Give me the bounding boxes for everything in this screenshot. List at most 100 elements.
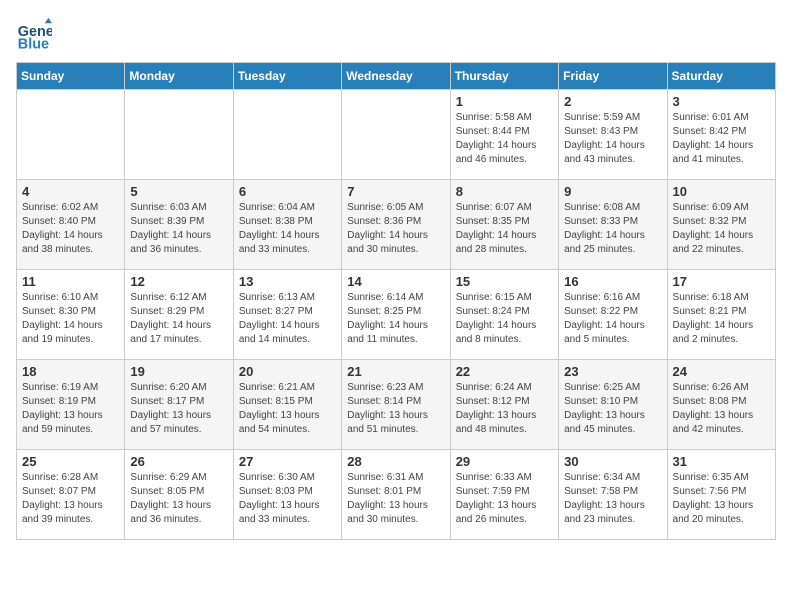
- day-number: 12: [130, 274, 227, 289]
- calendar-cell: 26 Sunrise: 6:29 AM Sunset: 8:05 PM Dayli…: [125, 450, 233, 540]
- day-info: Sunrise: 6:34 AM Sunset: 7:58 PM Dayligh…: [564, 471, 661, 527]
- day-number: 22: [456, 364, 553, 379]
- day-info: Sunrise: 6:28 AM Sunset: 8:07 PM Dayligh…: [22, 471, 119, 527]
- calendar-cell: [125, 90, 233, 180]
- day-number: 21: [347, 364, 444, 379]
- day-number: 2: [564, 94, 661, 109]
- calendar-cell: 18 Sunrise: 6:19 AM Sunset: 8:19 PM Dayli…: [17, 360, 125, 450]
- day-info: Sunrise: 6:04 AM Sunset: 8:38 PM Dayligh…: [239, 201, 336, 257]
- day-info: Sunrise: 6:12 AM Sunset: 8:29 PM Dayligh…: [130, 291, 227, 347]
- day-info: Sunrise: 6:13 AM Sunset: 8:27 PM Dayligh…: [239, 291, 336, 347]
- day-number: 24: [673, 364, 770, 379]
- calendar-cell: 31 Sunrise: 6:35 AM Sunset: 7:56 PM Dayli…: [667, 450, 775, 540]
- day-number: 5: [130, 184, 227, 199]
- day-number: 30: [564, 454, 661, 469]
- day-info: Sunrise: 6:23 AM Sunset: 8:14 PM Dayligh…: [347, 381, 444, 437]
- calendar-cell: 28 Sunrise: 6:31 AM Sunset: 8:01 PM Dayli…: [342, 450, 450, 540]
- day-number: 9: [564, 184, 661, 199]
- day-number: 11: [22, 274, 119, 289]
- calendar-cell: 7Sunrise: 6:05 AM Sunset: 8:36 PM Daylig…: [342, 180, 450, 270]
- day-info: Sunrise: 6:10 AM Sunset: 8:30 PM Dayligh…: [22, 291, 119, 347]
- day-info: Sunrise: 6:20 AM Sunset: 8:17 PM Dayligh…: [130, 381, 227, 437]
- col-header-sunday: Sunday: [17, 63, 125, 90]
- calendar-cell: 4 Sunrise: 6:02 AM Sunset: 8:40 PM Daylig…: [17, 180, 125, 270]
- calendar-cell: 21 Sunrise: 6:23 AM Sunset: 8:14 PM Dayli…: [342, 360, 450, 450]
- svg-text:Blue: Blue: [18, 36, 49, 52]
- week-row-4: 18 Sunrise: 6:19 AM Sunset: 8:19 PM Dayli…: [17, 360, 776, 450]
- calendar-cell: 10 Sunrise: 6:09 AM Sunset: 8:32 PM Dayli…: [667, 180, 775, 270]
- day-info: Sunrise: 6:07 AM Sunset: 8:35 PM Dayligh…: [456, 201, 553, 257]
- day-info: Sunrise: 6:30 AM Sunset: 8:03 PM Dayligh…: [239, 471, 336, 527]
- calendar-cell: 9 Sunrise: 6:08 AM Sunset: 8:33 PM Daylig…: [559, 180, 667, 270]
- day-info: Sunrise: 5:59 AM Sunset: 8:43 PM Dayligh…: [564, 111, 661, 167]
- calendar-cell: 11 Sunrise: 6:10 AM Sunset: 8:30 PM Dayli…: [17, 270, 125, 360]
- day-number: 29: [456, 454, 553, 469]
- week-row-1: 1 Sunrise: 5:58 AM Sunset: 8:44 PM Daylig…: [17, 90, 776, 180]
- week-row-3: 11 Sunrise: 6:10 AM Sunset: 8:30 PM Dayli…: [17, 270, 776, 360]
- calendar-cell: 29 Sunrise: 6:33 AM Sunset: 7:59 PM Dayli…: [450, 450, 558, 540]
- calendar-cell: 23 Sunrise: 6:25 AM Sunset: 8:10 PM Dayli…: [559, 360, 667, 450]
- day-number: 25: [22, 454, 119, 469]
- col-header-wednesday: Wednesday: [342, 63, 450, 90]
- calendar-cell: 5 Sunrise: 6:03 AM Sunset: 8:39 PM Daylig…: [125, 180, 233, 270]
- day-info: Sunrise: 6:33 AM Sunset: 7:59 PM Dayligh…: [456, 471, 553, 527]
- calendar-cell: [342, 90, 450, 180]
- calendar-cell: 2 Sunrise: 5:59 AM Sunset: 8:43 PM Daylig…: [559, 90, 667, 180]
- day-info: Sunrise: 6:09 AM Sunset: 8:32 PM Dayligh…: [673, 201, 770, 257]
- day-info: Sunrise: 6:03 AM Sunset: 8:39 PM Dayligh…: [130, 201, 227, 257]
- calendar-cell: 16 Sunrise: 6:16 AM Sunset: 8:22 PM Dayli…: [559, 270, 667, 360]
- day-info: Sunrise: 6:08 AM Sunset: 8:33 PM Dayligh…: [564, 201, 661, 257]
- day-info: Sunrise: 6:16 AM Sunset: 8:22 PM Dayligh…: [564, 291, 661, 347]
- day-info: Sunrise: 6:21 AM Sunset: 8:15 PM Dayligh…: [239, 381, 336, 437]
- calendar-cell: 24 Sunrise: 6:26 AM Sunset: 8:08 PM Dayli…: [667, 360, 775, 450]
- col-header-thursday: Thursday: [450, 63, 558, 90]
- day-info: Sunrise: 6:26 AM Sunset: 8:08 PM Dayligh…: [673, 381, 770, 437]
- calendar-cell: 6Sunrise: 6:04 AM Sunset: 8:38 PM Daylig…: [233, 180, 341, 270]
- day-info: Sunrise: 6:24 AM Sunset: 8:12 PM Dayligh…: [456, 381, 553, 437]
- day-number: 4: [22, 184, 119, 199]
- calendar-cell: 13 Sunrise: 6:13 AM Sunset: 8:27 PM Dayli…: [233, 270, 341, 360]
- day-info: Sunrise: 6:01 AM Sunset: 8:42 PM Dayligh…: [673, 111, 770, 167]
- day-info: Sunrise: 6:29 AM Sunset: 8:05 PM Dayligh…: [130, 471, 227, 527]
- calendar-cell: 15 Sunrise: 6:15 AM Sunset: 8:24 PM Dayli…: [450, 270, 558, 360]
- calendar-cell: 20Sunrise: 6:21 AM Sunset: 8:15 PM Dayli…: [233, 360, 341, 450]
- day-info: Sunrise: 6:15 AM Sunset: 8:24 PM Dayligh…: [456, 291, 553, 347]
- col-header-friday: Friday: [559, 63, 667, 90]
- day-number: 1: [456, 94, 553, 109]
- page-header: General Blue: [16, 16, 776, 52]
- day-number: 28: [347, 454, 444, 469]
- logo-icon: General Blue: [16, 16, 52, 52]
- calendar-cell: 12 Sunrise: 6:12 AM Sunset: 8:29 PM Dayli…: [125, 270, 233, 360]
- day-number: 23: [564, 364, 661, 379]
- day-info: Sunrise: 6:25 AM Sunset: 8:10 PM Dayligh…: [564, 381, 661, 437]
- calendar-table: SundayMondayTuesdayWednesdayThursdayFrid…: [16, 62, 776, 540]
- week-row-2: 4 Sunrise: 6:02 AM Sunset: 8:40 PM Daylig…: [17, 180, 776, 270]
- day-number: 3: [673, 94, 770, 109]
- calendar-cell: 30 Sunrise: 6:34 AM Sunset: 7:58 PM Dayli…: [559, 450, 667, 540]
- calendar-cell: 17Sunrise: 6:18 AM Sunset: 8:21 PM Dayli…: [667, 270, 775, 360]
- col-header-saturday: Saturday: [667, 63, 775, 90]
- day-info: Sunrise: 5:58 AM Sunset: 8:44 PM Dayligh…: [456, 111, 553, 167]
- day-number: 18: [22, 364, 119, 379]
- day-number: 15: [456, 274, 553, 289]
- calendar-cell: 1 Sunrise: 5:58 AM Sunset: 8:44 PM Daylig…: [450, 90, 558, 180]
- calendar-cell: 14Sunrise: 6:14 AM Sunset: 8:25 PM Dayli…: [342, 270, 450, 360]
- day-number: 14: [347, 274, 444, 289]
- calendar-cell: 3 Sunrise: 6:01 AM Sunset: 8:42 PM Daylig…: [667, 90, 775, 180]
- day-number: 8: [456, 184, 553, 199]
- calendar-cell: 22 Sunrise: 6:24 AM Sunset: 8:12 PM Dayli…: [450, 360, 558, 450]
- day-info: Sunrise: 6:35 AM Sunset: 7:56 PM Dayligh…: [673, 471, 770, 527]
- day-number: 13: [239, 274, 336, 289]
- day-info: Sunrise: 6:19 AM Sunset: 8:19 PM Dayligh…: [22, 381, 119, 437]
- calendar-cell: [233, 90, 341, 180]
- day-info: Sunrise: 6:31 AM Sunset: 8:01 PM Dayligh…: [347, 471, 444, 527]
- day-info: Sunrise: 6:02 AM Sunset: 8:40 PM Dayligh…: [22, 201, 119, 257]
- day-number: 26: [130, 454, 227, 469]
- col-header-monday: Monday: [125, 63, 233, 90]
- day-number: 17: [673, 274, 770, 289]
- day-number: 31: [673, 454, 770, 469]
- day-number: 10: [673, 184, 770, 199]
- day-number: 19: [130, 364, 227, 379]
- col-header-tuesday: Tuesday: [233, 63, 341, 90]
- day-number: 16: [564, 274, 661, 289]
